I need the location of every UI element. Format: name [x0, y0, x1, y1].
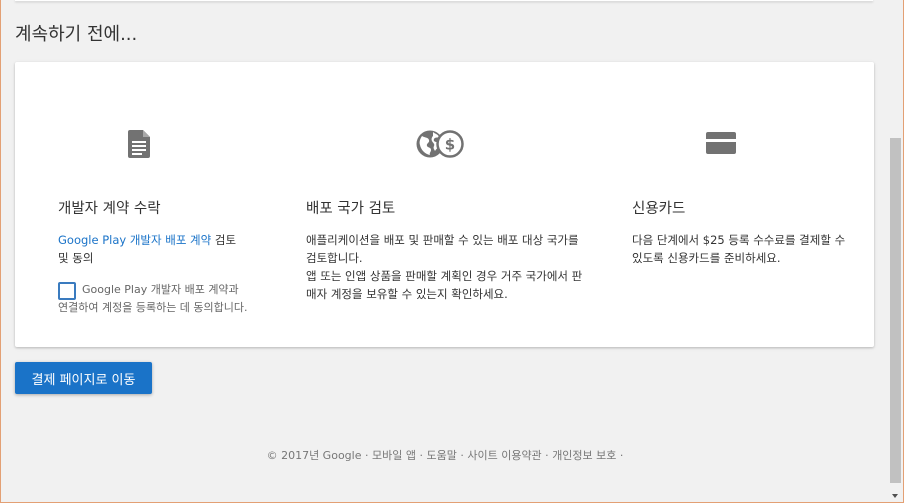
section-title: 배포 국가 검토 — [306, 201, 396, 217]
credit-card-icon — [706, 130, 736, 158]
description-text-line2: 및 동의 — [58, 251, 94, 265]
go-to-payment-button[interactable]: 결제 페이지로 이동 — [15, 362, 152, 394]
globe-dollar-icon: $ — [416, 130, 464, 162]
vertical-scrollbar[interactable] — [888, 0, 903, 502]
scrollbar-thumb[interactable] — [890, 138, 901, 483]
requirements-card: 개발자 계약 수락 Google Play 개발자 배포 계약 검토 및 동의 … — [15, 62, 874, 347]
window-border-left — [0, 0, 1, 503]
footer-separator: · — [456, 449, 468, 462]
footer-separator: · — [616, 449, 624, 462]
section-title: 개발자 계약 수락 — [58, 201, 161, 217]
description-text: 검토 — [211, 233, 237, 247]
footer-separator: · — [415, 449, 427, 462]
description-text-line2: 앱 또는 인앱 상품을 판매할 계획인 경우 거주 국가에서 판매자 계정을 보… — [306, 269, 583, 301]
footer-link-mobile-app[interactable]: 모바일 앱 — [372, 449, 416, 462]
section-description: 애플리케이션을 배포 및 판매할 수 있는 배포 대상 국가를 검토합니다. 앱… — [306, 231, 586, 303]
footer-link-help[interactable]: 도움말 — [426, 449, 456, 462]
previous-card-edge — [15, 0, 873, 1]
section-description: Google Play 개발자 배포 계약 검토 및 동의 — [58, 231, 248, 267]
footer-link-terms[interactable]: 사이트 이용약관 — [467, 449, 541, 462]
footer-separator: · — [541, 449, 553, 462]
copyright-text: © 2017년 Google — [266, 449, 362, 462]
section-credit-card: 신용카드 다음 단계에서 $25 등록 수수료를 결제할 수 있도록 신용카드를… — [632, 62, 852, 347]
agreement-checkbox-label[interactable]: Google Play 개발자 배포 계약과 연결하여 계정을 등록하는 데 동… — [58, 281, 250, 316]
section-developer-agreement: 개발자 계약 수락 Google Play 개발자 배포 계약 검토 및 동의 … — [58, 62, 258, 347]
section-title: 신용카드 — [632, 201, 686, 217]
footer: © 2017년 Google · 모바일 앱 · 도움말 · 사이트 이용약관 … — [0, 447, 890, 463]
description-text-line1: 애플리케이션을 배포 및 판매할 수 있는 배포 대상 국가를 검토합니다. — [306, 233, 579, 265]
document-icon — [128, 130, 152, 162]
footer-link-privacy[interactable]: 개인정보 보호 — [552, 449, 616, 462]
distribution-agreement-link[interactable]: Google Play 개발자 배포 계약 — [58, 233, 211, 247]
scroll-down-arrow-icon[interactable] — [892, 494, 898, 498]
svg-text:$: $ — [445, 136, 455, 154]
section-description: 다음 단계에서 $25 등록 수수료를 결제할 수 있도록 신용카드를 준비하세… — [632, 233, 846, 265]
section-distribution-countries: $ 배포 국가 검토 애플리케이션을 배포 및 판매할 수 있는 배포 대상 국… — [306, 62, 586, 347]
page-title: 계속하기 전에... — [15, 24, 138, 45]
footer-separator: · — [361, 449, 372, 462]
